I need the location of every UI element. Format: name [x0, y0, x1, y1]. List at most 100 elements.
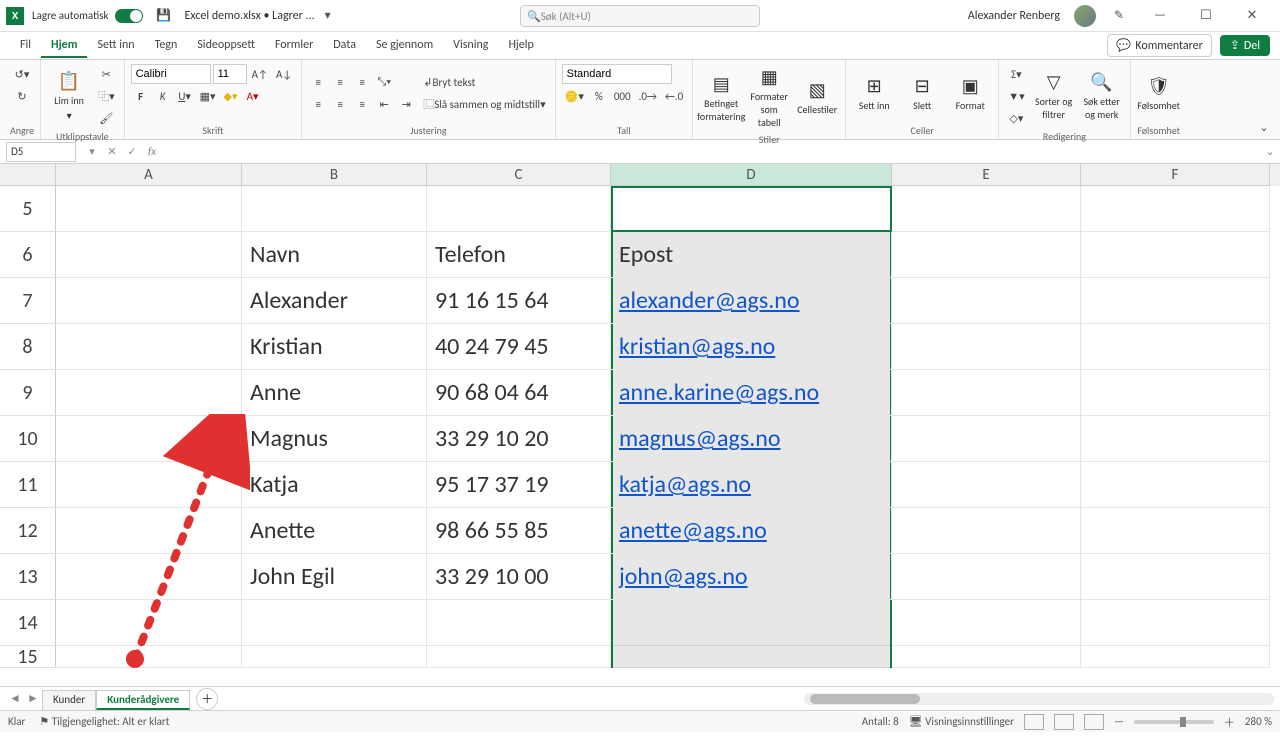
avatar[interactable] [1074, 5, 1096, 27]
increase-decimal-button[interactable]: .0→ [636, 86, 660, 106]
tab-data[interactable]: Data [323, 34, 366, 58]
sheet-tab-kunderådgivere[interactable]: Kunderådgivere [96, 690, 190, 710]
format-painter-button[interactable]: 🖌 [96, 108, 116, 128]
orientation-button[interactable]: ⤡▾ [374, 72, 394, 92]
comma-button[interactable]: 000 [611, 86, 634, 106]
find-select-button[interactable]: 🔍Søk etter og merk [1080, 69, 1124, 123]
page-layout-view-button[interactable] [1054, 714, 1074, 730]
cell-E15[interactable] [892, 646, 1081, 668]
cell-F12[interactable] [1081, 508, 1270, 554]
cell-C9[interactable]: 90 68 04 64 [427, 370, 611, 416]
cell-E12[interactable] [892, 508, 1081, 554]
cell-F15[interactable] [1081, 646, 1270, 668]
cell-styles-button[interactable]: ▧Cellestiler [795, 77, 839, 118]
tab-se-gjennom[interactable]: Se gjennom [366, 34, 443, 58]
cell-F13[interactable] [1081, 554, 1270, 600]
save-icon[interactable]: 💾 [153, 5, 175, 27]
minimize-button[interactable]: — [1142, 2, 1178, 30]
format-as-table-button[interactable]: ▦Formater som tabell [747, 64, 791, 131]
cell-E11[interactable] [892, 462, 1081, 508]
font-color-button[interactable]: A▾ [243, 86, 263, 106]
cell-E6[interactable] [892, 232, 1081, 278]
maximize-button[interactable]: ☐ [1188, 2, 1224, 30]
toggle-on-icon[interactable] [115, 9, 143, 23]
cell-B13[interactable]: John Egil [242, 554, 427, 600]
cell-B12[interactable]: Anette [242, 508, 427, 554]
tab-visning[interactable]: Visning [443, 34, 498, 58]
cell-D7[interactable]: alexander@ags.no [611, 278, 892, 324]
row-header-7[interactable]: 7 [0, 278, 56, 324]
cell-F6[interactable] [1081, 232, 1270, 278]
cell-D9[interactable]: anne.karine@ags.no [611, 370, 892, 416]
italic-button[interactable]: K [153, 86, 173, 106]
normal-view-button[interactable] [1024, 714, 1044, 730]
align-top-button[interactable]: ≡ [308, 72, 328, 92]
search-input[interactable]: 🔍 Søk (Alt+U) [520, 5, 760, 27]
cell-C5[interactable] [427, 186, 611, 232]
row-header-6[interactable]: 6 [0, 232, 56, 278]
row-header-9[interactable]: 9 [0, 370, 56, 416]
sheet-prev-button[interactable]: ◄ [6, 691, 24, 706]
row-header-8[interactable]: 8 [0, 324, 56, 370]
row-header-10[interactable]: 10 [0, 416, 56, 462]
zoom-out-button[interactable]: — [1114, 715, 1124, 728]
border-button[interactable]: ▦▾ [197, 86, 219, 106]
cell-E8[interactable] [892, 324, 1081, 370]
cell-B8[interactable]: Kristian [242, 324, 427, 370]
column-header-C[interactable]: C [427, 164, 611, 186]
file-name[interactable]: Excel demo.xlsx • Lagrer ... [185, 9, 315, 23]
cell-C11[interactable]: 95 17 37 19 [427, 462, 611, 508]
spreadsheet-grid[interactable]: ABCDEF 56789101112131415 NavnTelefonEpos… [0, 164, 1280, 686]
sheet-next-button[interactable]: ► [24, 691, 42, 706]
cell-E10[interactable] [892, 416, 1081, 462]
row-header-5[interactable]: 5 [0, 186, 56, 232]
cell-D8[interactable]: kristian@ags.no [611, 324, 892, 370]
cell-C10[interactable]: 33 29 10 20 [427, 416, 611, 462]
cell-A10[interactable] [56, 416, 242, 462]
header-email[interactable]: Epost [611, 232, 892, 278]
pencil-icon[interactable]: ✎ [1108, 5, 1130, 27]
decrease-indent-button[interactable]: ⇤ [374, 94, 394, 114]
cell-A12[interactable] [56, 508, 242, 554]
underline-button[interactable]: U▾ [175, 86, 195, 106]
fill-color-button[interactable]: ◆▾ [221, 86, 241, 106]
cell-B7[interactable]: Alexander [242, 278, 427, 324]
cell-E14[interactable] [892, 600, 1081, 646]
cell-C15[interactable] [427, 646, 611, 668]
collapse-ribbon-button[interactable]: ⌄ [1254, 117, 1274, 137]
cell-C7[interactable]: 91 16 15 64 [427, 278, 611, 324]
cell-B11[interactable]: Katja [242, 462, 427, 508]
cell-A14[interactable] [56, 600, 242, 646]
align-center-button[interactable]: ≡ [330, 94, 350, 114]
insert-cells-button[interactable]: ⊞Sett inn [852, 73, 896, 114]
delete-cells-button[interactable]: ⊟Slett [900, 73, 944, 114]
column-header-D[interactable]: D [611, 164, 892, 186]
active-cell[interactable] [611, 186, 892, 232]
header-phone[interactable]: Telefon [427, 232, 611, 278]
row-header-11[interactable]: 11 [0, 462, 56, 508]
enter-formula-button[interactable]: ✓ [122, 142, 142, 162]
align-bottom-button[interactable]: ≡ [352, 72, 372, 92]
cell-C14[interactable] [427, 600, 611, 646]
share-button[interactable]: ⇪ Del [1220, 35, 1270, 56]
font-name-select[interactable] [131, 64, 211, 84]
chevron-down-icon[interactable]: ▾ [82, 142, 102, 162]
tab-sett-inn[interactable]: Sett inn [87, 34, 144, 58]
tab-hjem[interactable]: Hjem [41, 34, 87, 58]
column-header-A[interactable]: A [56, 164, 242, 186]
cut-button[interactable]: ✂ [96, 64, 116, 84]
cell-D12[interactable]: anette@ags.no [611, 508, 892, 554]
cell-D10[interactable]: magnus@ags.no [611, 416, 892, 462]
cell-D13[interactable]: john@ags.no [611, 554, 892, 600]
cell-B9[interactable]: Anne [242, 370, 427, 416]
cell-F14[interactable] [1081, 600, 1270, 646]
cell-E9[interactable] [892, 370, 1081, 416]
display-settings-button[interactable]: 🖥 Visningsinnstillinger [909, 715, 1014, 728]
format-cells-button[interactable]: ▣Format [948, 73, 992, 114]
row-header-15[interactable]: 15 [0, 646, 56, 668]
fx-icon[interactable]: fx [142, 142, 162, 162]
cell-F11[interactable] [1081, 462, 1270, 508]
increase-indent-button[interactable]: ⇥ [396, 94, 416, 114]
align-left-button[interactable]: ≡ [308, 94, 328, 114]
cell-A5[interactable] [56, 186, 242, 232]
